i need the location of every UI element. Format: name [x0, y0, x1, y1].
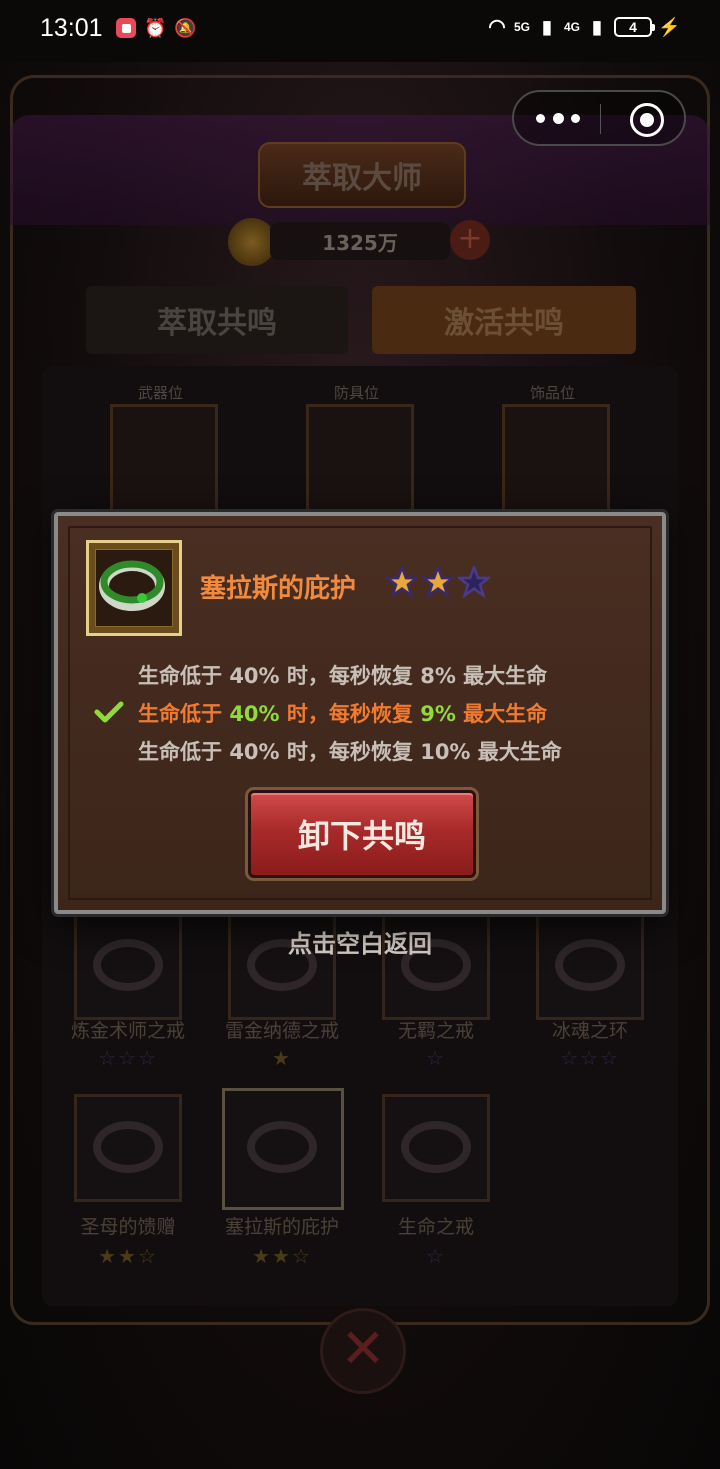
- grid-item-stars: ☆: [426, 1244, 446, 1268]
- ring-icon: [93, 1121, 163, 1173]
- network-4g-label: 4G: [563, 20, 580, 34]
- more-menu-icon[interactable]: [536, 100, 580, 136]
- effect-line-2-active: 生命低于 40% 时，每秒恢复 9% 最大生命: [138, 702, 548, 726]
- grid-item-selas-protection[interactable]: [222, 1088, 344, 1210]
- grid-item-name: 塞拉斯的庇护: [224, 1216, 339, 1238]
- coin-icon: [228, 218, 276, 266]
- unequip-resonance-button[interactable]: 卸下共鸣: [245, 787, 479, 881]
- grid-item-stars: ★★☆: [98, 1244, 158, 1268]
- close-button[interactable]: ✕: [320, 1308, 406, 1394]
- ring-icon: [247, 1121, 317, 1173]
- grid-item-name: 雷金纳德之戒: [224, 1020, 339, 1042]
- item-icon-frame: [86, 540, 182, 636]
- charging-icon: ⚡: [658, 17, 681, 37]
- star-empty-icon: [458, 566, 490, 598]
- armor-slot[interactable]: [306, 404, 414, 512]
- network-5g-label: 5G: [513, 20, 530, 34]
- grid-item-life-ring[interactable]: [382, 1094, 490, 1202]
- grid-item-stars: ☆☆☆: [98, 1046, 158, 1070]
- add-currency-button[interactable]: +: [450, 220, 490, 260]
- grid-item-virgin-gift[interactable]: [74, 1094, 182, 1202]
- status-bar: 13:01 ⏰ 🔕 ◠ 5G ▮ 4G ▮ 4 ⚡: [0, 0, 720, 62]
- game-title: 萃取大师: [258, 142, 466, 208]
- grid-item-name: 圣母的馈赠: [80, 1216, 176, 1238]
- grid-item-stars: ☆☆☆: [560, 1046, 620, 1070]
- signal-icon: ▮: [592, 17, 602, 37]
- item-name: 塞拉斯的庇护: [200, 574, 357, 604]
- tab-extract-resonance[interactable]: 萃取共鸣: [86, 286, 348, 354]
- ring-icon: [401, 1121, 471, 1173]
- star-rating: [386, 566, 490, 598]
- signal-icon: ▮: [542, 17, 552, 37]
- effect-line-3: 生命低于 40% 时，每秒恢复 10% 最大生命: [138, 740, 562, 764]
- status-time: 13:01: [40, 14, 103, 42]
- grid-item-name: 无羁之戒: [397, 1020, 474, 1042]
- star-filled-icon: [422, 566, 454, 598]
- app-notification-icon: [116, 18, 136, 38]
- currency-amount: 1325万: [270, 222, 450, 260]
- battery-icon: 4: [614, 17, 655, 37]
- grid-item-stars: ★: [272, 1046, 292, 1070]
- resonance-detail-modal: 塞拉斯的庇护 生命低于 40% 时，每秒恢复 8% 最大生命 生命低于 40% …: [54, 512, 666, 914]
- checkmark-icon: [94, 701, 124, 723]
- weapon-slot[interactable]: [110, 404, 218, 512]
- grid-item-stars: ☆: [426, 1046, 446, 1070]
- slot-label-armor: 防具位: [334, 384, 380, 402]
- grid-item-name: 生命之戒: [397, 1216, 474, 1238]
- green-ring-icon: [99, 560, 165, 611]
- tab-activate-resonance[interactable]: 激活共鸣: [372, 286, 636, 354]
- wifi-icon: ◠: [488, 16, 506, 38]
- miniprogram-capsule: [512, 90, 686, 146]
- slot-label-weapon: 武器位: [138, 384, 184, 402]
- accessory-slot[interactable]: [502, 404, 610, 512]
- grid-item-stars: ★★☆: [252, 1244, 312, 1268]
- grid-item-name: 冰魂之环: [551, 1020, 628, 1042]
- star-filled-icon: [386, 566, 418, 598]
- close-miniprogram-icon[interactable]: [630, 103, 664, 137]
- tap-blank-to-return[interactable]: 点击空白返回: [0, 924, 720, 959]
- alarm-icon: ⏰: [144, 18, 167, 39]
- effect-line-1: 生命低于 40% 时，每秒恢复 8% 最大生命: [138, 664, 548, 688]
- slot-label-accessory: 饰品位: [530, 384, 576, 402]
- mute-bell-icon: 🔕: [174, 18, 197, 39]
- grid-item-name: 炼金术师之戒: [70, 1020, 185, 1042]
